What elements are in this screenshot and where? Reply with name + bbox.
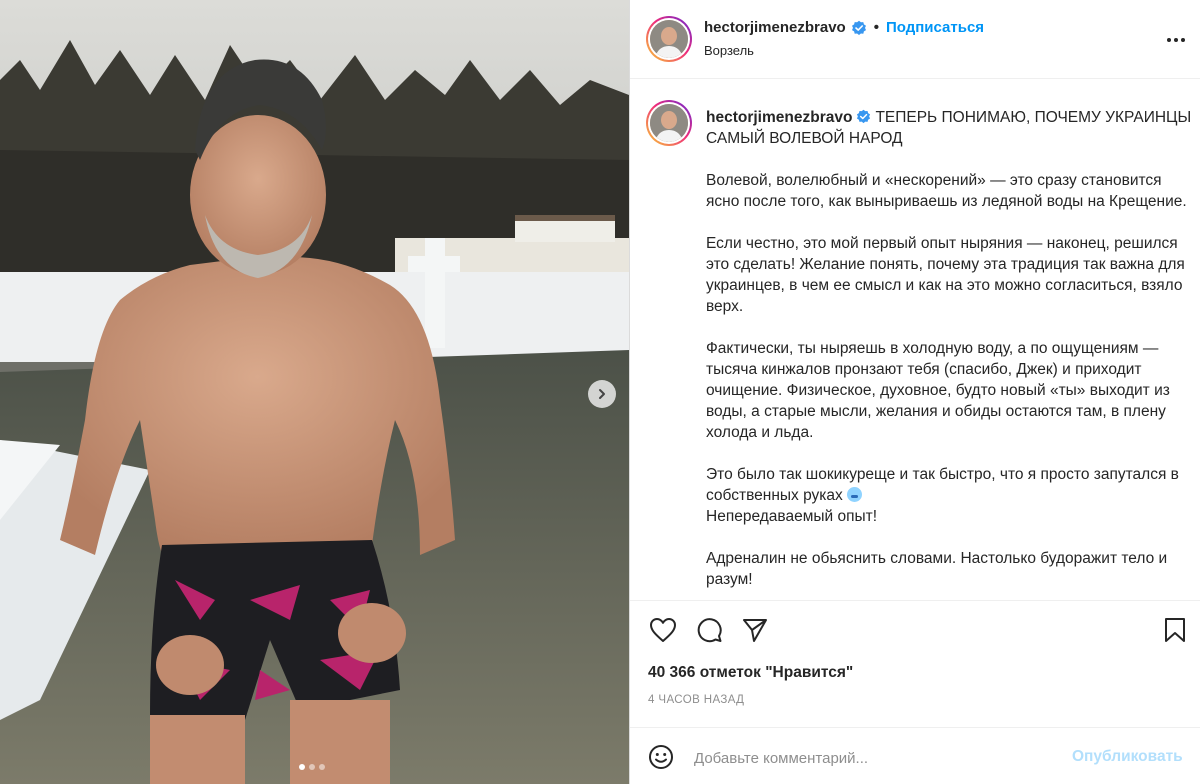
emoji-picker-button[interactable] [648,744,674,770]
post-media[interactable] [0,0,629,784]
heart-icon [650,618,676,642]
verified-badge-icon [851,20,867,36]
likes-count[interactable]: 40 366 отметок "Нравится" [648,664,853,682]
post-side-panel: hectorjimenezbravo • Подписаться Ворзель [629,0,1200,784]
author-username[interactable]: hectorjimenezbravo [704,19,846,36]
like-button[interactable] [648,615,678,645]
carousel-dot [309,764,315,770]
caption-username[interactable]: hectorjimenezbravo [706,109,852,126]
caption-paragraph: Фактически, ты ныряешь в холодную воду, … [706,340,1175,441]
caption-paragraph: Это было так шокикуреще и так быстро, чт… [706,464,1192,527]
share-icon [743,619,767,642]
author-line: hectorjimenezbravo • Подписаться [704,19,984,36]
caption-paragraph-text: Это было так шокикуреще и так быстро, чт… [706,466,1184,504]
cold-face-emoji-icon [846,487,862,502]
post-caption: hectorjimenezbravo ТЕПЕРЬ ПОНИМАЮ, ПОЧЕМУ… [630,80,1200,599]
post-timestamp[interactable]: 4 ЧАСОВ НАЗАД [648,694,744,706]
comment-input[interactable] [694,747,1054,769]
save-button[interactable] [1160,615,1190,645]
comment-button[interactable] [694,615,724,645]
share-button[interactable] [740,615,770,645]
caption-paragraph: Волевой, волелюбный и «нескорений» — это… [706,172,1187,210]
follow-button[interactable]: Подписаться [886,19,984,36]
header-separator: • [873,19,879,36]
post-photo [0,0,629,784]
comment-icon [697,618,722,643]
more-options-button[interactable] [1164,28,1188,52]
caption-paragraph: Адреналин не обьяснить словами. Настольк… [706,550,1172,588]
caption-paragraph-text: Непередаваемый опыт! [706,508,878,525]
carousel-next-button[interactable] [588,380,616,408]
carousel-indicator [299,764,325,770]
avatar-image [650,104,688,142]
smile-icon [649,745,673,769]
post-location[interactable]: Ворзель [704,43,754,58]
verified-badge-icon [856,109,871,124]
carousel-dot [299,764,305,770]
caption-avatar[interactable] [646,100,692,146]
post-actions [630,600,1200,660]
publish-comment-button[interactable]: Опубликовать [1072,748,1183,766]
carousel-dot [319,764,325,770]
chevron-right-icon [599,389,605,399]
caption-text: hectorjimenezbravo ТЕПЕРЬ ПОНИМАЮ, ПОЧЕМУ… [706,107,1192,590]
author-avatar[interactable] [646,16,692,62]
add-comment-bar: Опубликовать [630,727,1200,784]
more-horizontal-icon [1167,38,1185,42]
avatar-image [650,20,688,58]
caption-paragraph: Если честно, это мой первый опыт ныряния… [706,235,1190,315]
instagram-post: hectorjimenezbravo • Подписаться Ворзель [0,0,1200,784]
post-header: hectorjimenezbravo • Подписаться Ворзель [630,0,1200,79]
bookmark-icon [1165,618,1185,642]
